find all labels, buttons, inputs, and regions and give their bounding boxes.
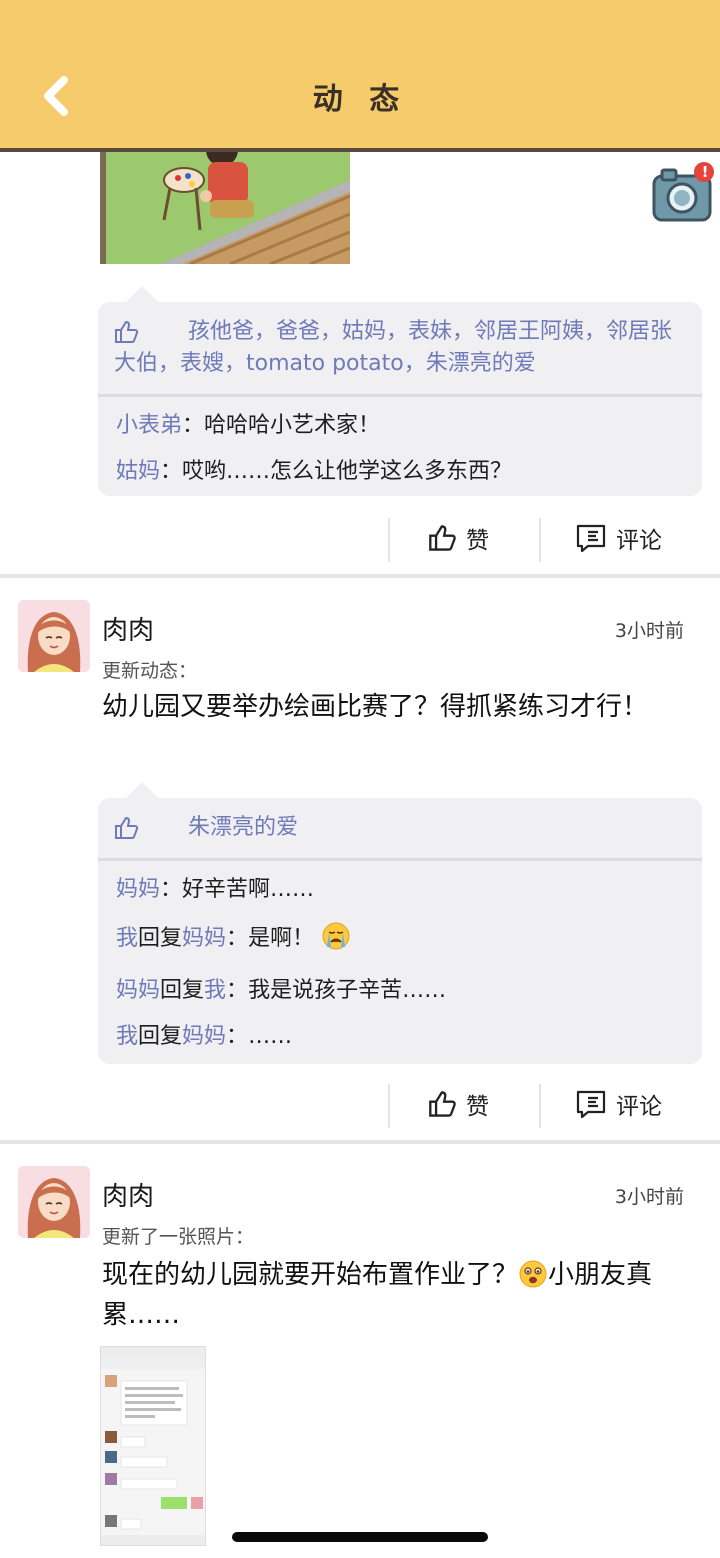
crying-face-icon <box>321 921 351 960</box>
section-divider <box>0 574 720 578</box>
action-bar: 赞 评论 <box>0 512 720 564</box>
comment-text: 哎哟……怎么让他学这么多东西？ <box>182 459 513 484</box>
notification-badge: ! <box>701 163 709 181</box>
like-button[interactable]: 赞 <box>428 1082 489 1126</box>
username[interactable]: 肉肉 <box>102 1176 154 1213</box>
comment-author[interactable]: 姑妈 <box>116 459 160 484</box>
comment-list: 小表弟：哈哈哈小艺术家！ 姑妈：哎哟……怎么让他学这么多东西？ <box>98 397 702 503</box>
reply-target[interactable]: 我 <box>204 978 226 1003</box>
timestamp: 3小时前 <box>614 1186 684 1208</box>
page-title: 动 态 <box>312 82 408 117</box>
likes-names[interactable]: 朱漂亮的爱 <box>114 812 688 844</box>
feed: 孩他爸，爸爸，姑妈，表妹，邻居王阿姨，邻居张大伯，表嫂，tomato potat… <box>0 0 720 1558</box>
comment[interactable]: 姑妈：哎哟……怎么让他学这么多东西？ <box>116 449 702 495</box>
interaction-panel: 朱漂亮的爱 妈妈：好辛苦啊…… 我回复妈妈：是啊！ 妈妈回复我：我是说孩子辛苦…… <box>98 782 702 1064</box>
likes-names[interactable]: 孩他爸，爸爸，姑妈，表妹，邻居王阿姨，邻居张大伯，表嫂，tomato potat… <box>114 316 688 380</box>
divider <box>388 1084 390 1128</box>
section-divider <box>0 1140 720 1144</box>
post-photo[interactable] <box>100 1346 206 1546</box>
comment-author[interactable]: 妈妈 <box>116 877 160 902</box>
worried-face-icon <box>518 1259 548 1298</box>
divider <box>388 518 390 562</box>
username[interactable]: 肉肉 <box>102 610 154 647</box>
thumbs-up-icon <box>114 816 140 850</box>
post-text: 幼儿园又要举办绘画比赛了？得抓紧练习才行！ <box>102 692 649 722</box>
comment-text: 我是说孩子辛苦…… <box>248 978 447 1003</box>
comment-list: 妈妈：好辛苦啊…… 我回复妈妈：是啊！ 妈妈回复我：我是说孩子辛苦…… 我回复妈… <box>98 861 702 1068</box>
avatar[interactable] <box>18 600 90 672</box>
comment-author[interactable]: 小表弟 <box>116 413 182 438</box>
likes-row: 孩他爸，爸爸，姑妈，表妹，邻居王阿姨，邻居张大伯，表嫂，tomato potat… <box>98 302 702 394</box>
comment[interactable]: 妈妈回复我：我是说孩子辛苦…… <box>116 968 702 1014</box>
divider <box>539 518 541 562</box>
comment-author[interactable]: 我 <box>116 926 138 951</box>
comment-author[interactable]: 妈妈 <box>116 978 160 1003</box>
comment-button[interactable]: 评论 <box>576 1082 662 1126</box>
post-type: 更新动态： <box>102 660 198 682</box>
camera-button[interactable]: ! <box>650 160 716 226</box>
post-type: 更新了一张照片： <box>102 1226 255 1248</box>
reply-target[interactable]: 妈妈 <box>182 926 226 951</box>
comment[interactable]: 小表弟：哈哈哈小艺术家！ <box>116 403 702 449</box>
comment-text: 哈哈哈小艺术家！ <box>204 413 381 438</box>
app-header: 动 态 <box>0 0 720 152</box>
divider <box>539 1084 541 1128</box>
comment[interactable]: 我回复妈妈：是啊！ <box>116 913 702 968</box>
comment-text: 好辛苦啊…… <box>182 877 315 902</box>
likes-row: 朱漂亮的爱 <box>98 798 702 858</box>
thumbs-up-icon <box>114 320 140 354</box>
home-indicator <box>232 1532 488 1542</box>
comment[interactable]: 我回复妈妈：…… <box>116 1014 702 1060</box>
post-photo[interactable] <box>100 140 350 264</box>
comment-icon <box>576 1090 606 1118</box>
like-button[interactable]: 赞 <box>428 516 489 560</box>
thumbs-up-icon <box>429 525 456 551</box>
thumbs-up-icon <box>429 1091 456 1117</box>
post-text: 现在的幼儿园就要开始布置作业了？ 小朋友真累…… <box>102 1259 653 1330</box>
avatar[interactable] <box>18 1166 90 1238</box>
interaction-panel: 孩他爸，爸爸，姑妈，表妹，邻居王阿姨，邻居张大伯，表嫂，tomato potat… <box>98 286 702 496</box>
comment[interactable]: 妈妈：好辛苦啊…… <box>116 867 702 913</box>
action-bar: 赞 评论 <box>0 1078 720 1130</box>
comment-button[interactable]: 评论 <box>576 516 662 560</box>
timestamp: 3小时前 <box>614 620 684 642</box>
comment-icon <box>576 524 606 552</box>
comment-text: …… <box>248 1024 293 1049</box>
comment-text: 是啊！ <box>248 926 315 951</box>
reply-target[interactable]: 妈妈 <box>182 1024 226 1049</box>
comment-author[interactable]: 我 <box>116 1024 138 1049</box>
